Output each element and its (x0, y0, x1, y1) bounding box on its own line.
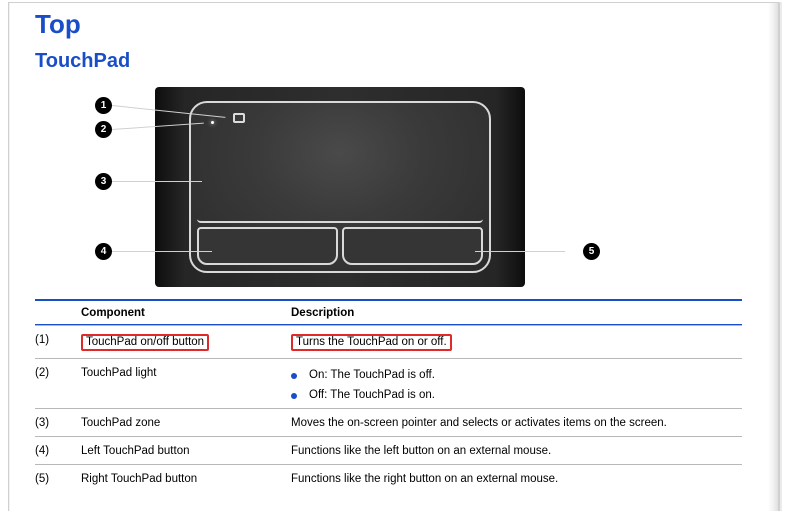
row-number: (4) (35, 445, 81, 457)
row-component: Left TouchPad button (81, 445, 291, 457)
highlight: TouchPad on/off button (81, 334, 209, 351)
touchpad-light (211, 121, 214, 124)
row-component: TouchPad light (81, 367, 291, 379)
table-row: (4)Left TouchPad buttonFunctions like th… (35, 436, 742, 464)
highlight: Turns the TouchPad on or off. (291, 334, 452, 351)
touchpad-surface (197, 109, 483, 223)
touchpad-left-button (197, 227, 338, 265)
row-description: Turns the TouchPad on or off. (291, 334, 742, 351)
row-component: Right TouchPad button (81, 473, 291, 485)
bullet-item: On: The TouchPad is off. (291, 369, 742, 381)
table-row: (3)TouchPad zoneMoves the on-screen poin… (35, 408, 742, 436)
table-header-row: Component Description (35, 301, 742, 324)
callout-lead (112, 251, 212, 252)
callout-number-2: 2 (95, 121, 112, 138)
callout-number-4: 4 (95, 243, 112, 260)
row-component: TouchPad zone (81, 417, 291, 429)
components-table: Component Description (1)TouchPad on/off… (35, 299, 742, 492)
table-row: (1)TouchPad on/off button Turns the Touch… (35, 325, 742, 358)
row-number: (3) (35, 417, 81, 429)
document-page: Top TouchPad 1 2 3 (8, 2, 780, 511)
bullet-item: Off: The TouchPad is on. (291, 389, 742, 401)
table-row: (5)Right TouchPad buttonFunctions like t… (35, 464, 742, 492)
touchpad-button-row (197, 227, 483, 265)
row-description: Functions like the right button on an ex… (291, 473, 742, 485)
heading-top: Top (35, 9, 742, 40)
row-description: Functions like the left button on an ext… (291, 445, 742, 457)
callout-lead (112, 181, 202, 182)
callout-lead (475, 251, 565, 252)
row-number: (2) (35, 367, 81, 379)
callout-number-1: 1 (95, 97, 112, 114)
touchpad-onoff-button (233, 113, 245, 123)
bullet-list: On: The TouchPad is off. Off: The TouchPa… (291, 369, 742, 401)
callout-number-5: 5 (583, 243, 600, 260)
header-description: Description (291, 307, 742, 319)
heading-section: TouchPad (35, 50, 742, 73)
touchpad-body (189, 101, 491, 273)
table-row: (2)TouchPad lightOn: The TouchPad is off… (35, 358, 742, 408)
row-component: TouchPad on/off button (81, 334, 291, 351)
header-component: Component (81, 307, 291, 319)
callout-number-3: 3 (95, 173, 112, 190)
touchpad-figure: 1 2 3 4 5 (95, 87, 525, 287)
page-shadow (768, 3, 778, 511)
row-number: (5) (35, 473, 81, 485)
touchpad-right-button (342, 227, 483, 265)
row-number: (1) (35, 334, 81, 346)
row-description: On: The TouchPad is off. Off: The TouchPa… (291, 367, 742, 401)
row-description: Moves the on-screen pointer and selects … (291, 417, 742, 429)
table-body: (1)TouchPad on/off button Turns the Touch… (35, 325, 742, 492)
content-area: Top TouchPad 1 2 3 (9, 3, 778, 492)
